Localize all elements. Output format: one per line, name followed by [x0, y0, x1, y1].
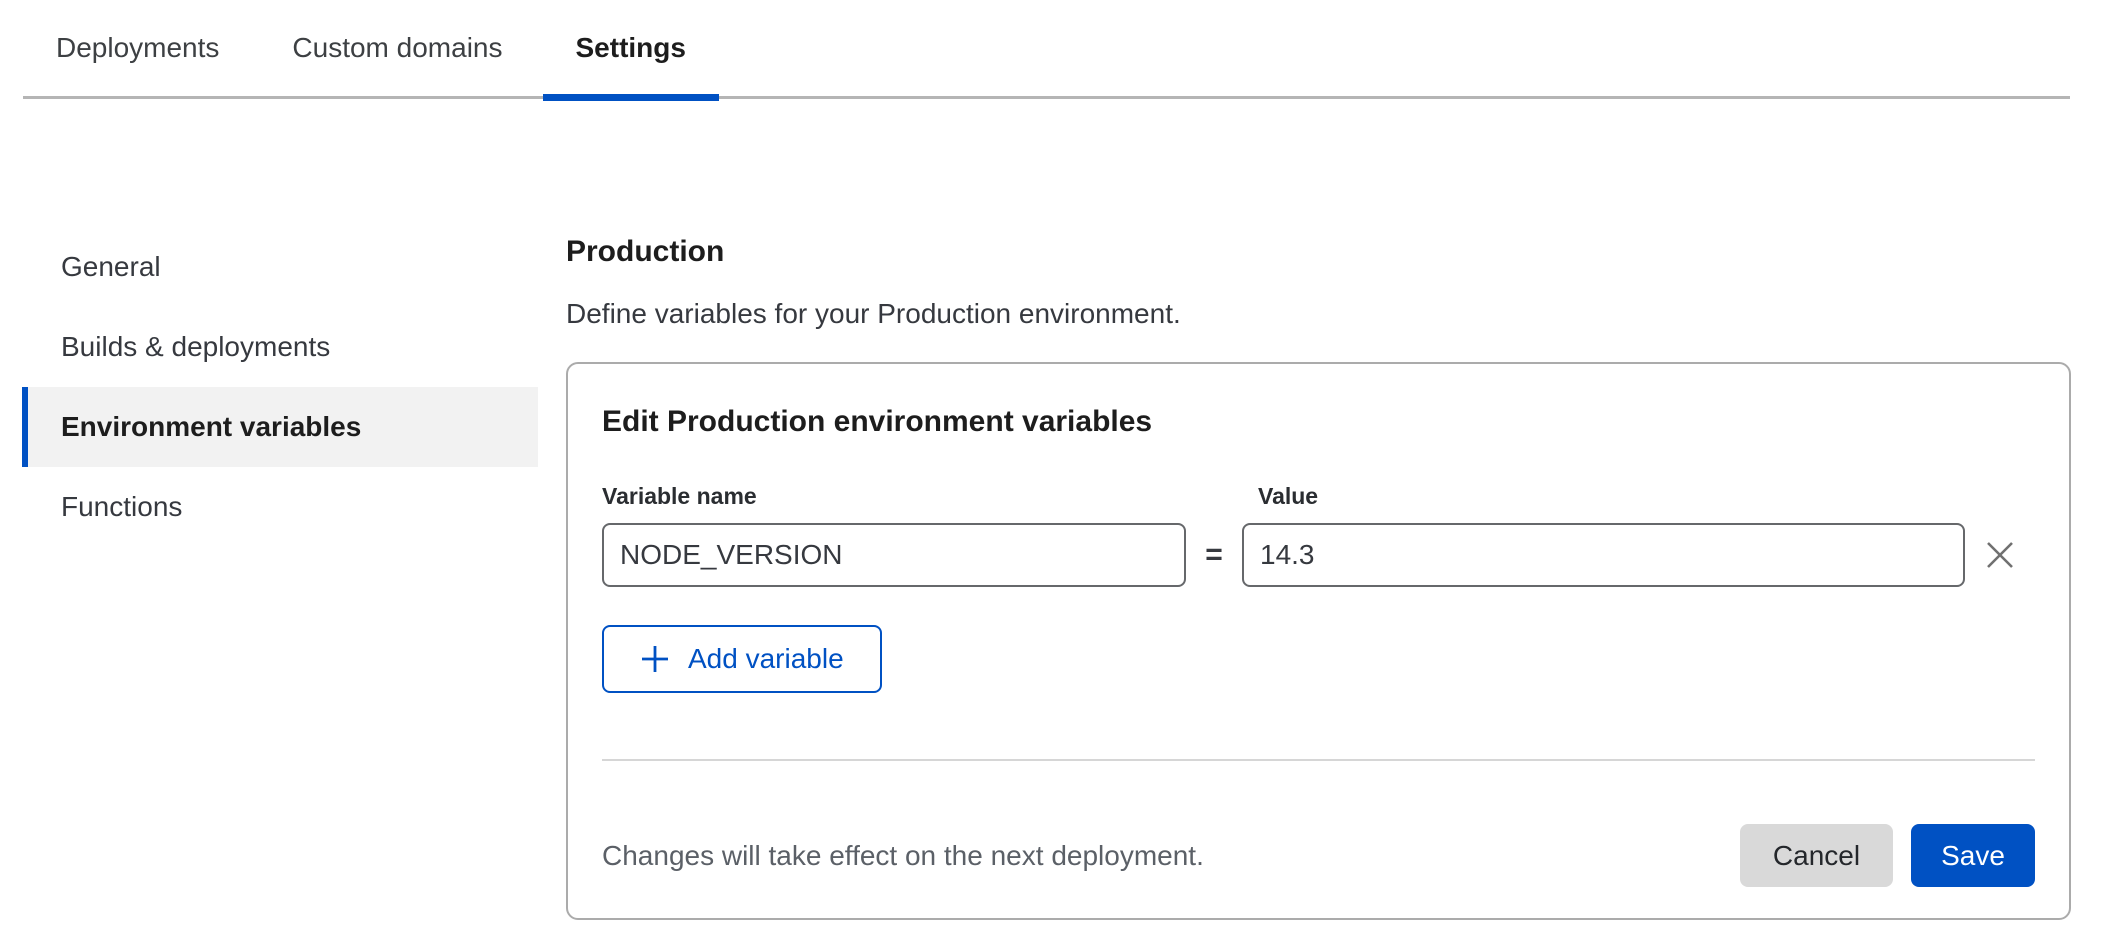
variable-row: Variable name = Value [602, 483, 2035, 587]
tab-deployments[interactable]: Deployments [23, 0, 252, 96]
footer-note: Changes will take effect on the next dep… [602, 840, 1204, 872]
sidenav-item-builds-deployments[interactable]: Builds & deployments [22, 307, 538, 387]
sidenav-item-environment-variables[interactable]: Environment variables [22, 387, 538, 467]
variable-value-label: Value [1258, 483, 1965, 509]
sidenav-item-functions[interactable]: Functions [22, 467, 538, 547]
sidenav-item-label: Functions [61, 491, 182, 523]
variable-name-label: Variable name [602, 483, 1186, 509]
card-title: Edit Production environment variables [602, 407, 2035, 437]
page-title: Production [566, 237, 2071, 267]
add-variable-button[interactable]: Add variable [602, 625, 882, 693]
tab-label: Deployments [56, 32, 219, 64]
content-panel: Production Define variables for your Pro… [566, 227, 2071, 920]
sidenav-item-label: Builds & deployments [61, 331, 330, 363]
add-variable-label: Add variable [688, 643, 844, 675]
active-tab-underline [543, 94, 719, 101]
sidenav-item-general[interactable]: General [22, 227, 538, 307]
x-icon [1985, 540, 2015, 570]
variable-value-input[interactable] [1242, 523, 1965, 587]
footer-actions: Cancel Save [1740, 824, 2035, 887]
equals-sign: = [1186, 523, 1242, 587]
environment-variables-card: Edit Production environment variables Va… [566, 362, 2071, 920]
tab-custom-domains[interactable]: Custom domains [259, 0, 535, 96]
sidenav-item-label: General [61, 251, 161, 283]
settings-sidenav: General Builds & deployments Environment… [22, 227, 538, 920]
main-area: General Builds & deployments Environment… [22, 227, 2121, 920]
card-footer: Changes will take effect on the next dep… [602, 824, 2035, 887]
plus-icon [640, 644, 670, 674]
cancel-button[interactable]: Cancel [1740, 824, 1893, 887]
tab-settings[interactable]: Settings [543, 0, 719, 96]
tab-label: Settings [576, 32, 686, 64]
card-divider [602, 759, 2035, 761]
section-description: Define variables for your Production env… [566, 297, 2071, 330]
variable-value-field: Value [1242, 483, 1965, 587]
save-button[interactable]: Save [1911, 824, 2035, 887]
remove-variable-button[interactable] [1965, 523, 2035, 587]
tab-bar: Deployments Custom domains Settings [23, 0, 2070, 99]
variable-name-field: Variable name [602, 483, 1186, 587]
sidenav-item-label: Environment variables [61, 411, 361, 443]
variable-name-input[interactable] [602, 523, 1186, 587]
tab-label: Custom domains [292, 32, 502, 64]
